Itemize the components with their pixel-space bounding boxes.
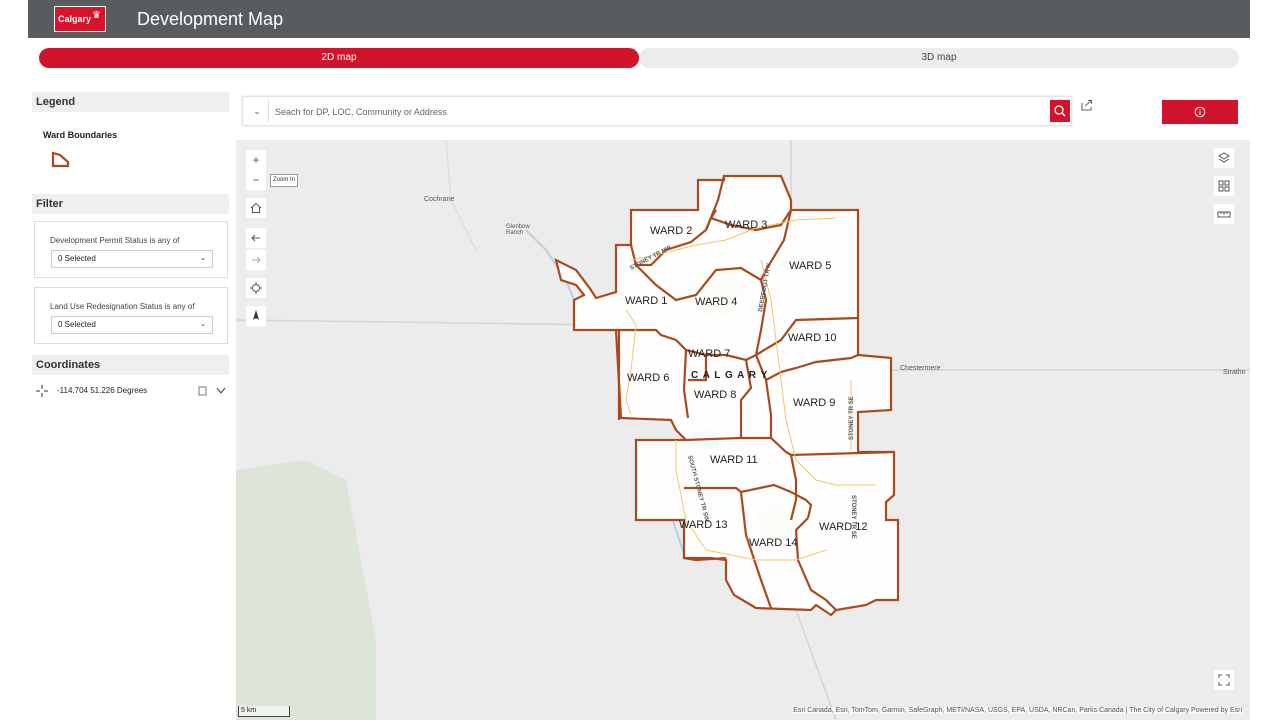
app-title: Development Map [137,9,284,29]
filter-heading[interactable]: Filter [32,194,229,214]
filter-dp-label: Development Permit Status is any of [50,236,180,245]
map-view[interactable]: WARD 1 WARD 2 WARD 3 WARD 4 WARD 5 WARD … [236,140,1250,720]
search-input[interactable] [273,101,1047,123]
search-bar: ⌄ [242,96,1072,126]
arrow-left-icon [251,234,260,242]
fullscreen-icon [1218,674,1230,686]
ward-label: WARD 11 [710,454,758,466]
filter-dp-value: 0 Selected [58,254,96,263]
ward-label: WARD 12 [819,521,868,533]
ward-label: WARD 4 [695,296,737,308]
logo-text: Calgary [58,14,92,24]
ward-label: WARD 1 [625,295,667,307]
coordinates-value: -114.704 51.226 Degrees [57,386,148,395]
arrow-right-icon [252,256,261,264]
info-icon [1194,106,1206,118]
map-mode-tabs: 2D map 3D map [39,48,1239,68]
filter-development-permit: Development Permit Status is any of 0 Se… [34,221,228,278]
copy-icon[interactable] [198,386,207,396]
chevron-down-icon: ⌄ [200,321,206,328]
place-label: Strathn [1223,369,1246,376]
next-extent-button[interactable] [246,250,266,270]
filter-lu-select[interactable]: 0 Selected ⌄ [51,316,213,334]
ward-label: WARD 13 [679,519,728,531]
filter-lu-value: 0 Selected [58,320,96,329]
ward-label: WARD 9 [793,397,835,409]
basemap-gallery-button[interactable] [1214,176,1234,196]
layers-icon [1218,152,1230,163]
place-label: Glenbow Ranch [506,224,530,236]
ward-boundary-swatch-icon [51,151,70,168]
search-icon [1054,105,1066,117]
road-label: STONEY TR SE [849,396,855,440]
zoom-tooltip: Zoom In [270,174,299,187]
search-source-dropdown[interactable]: ⌄ [246,100,269,122]
fullscreen-button[interactable] [1214,670,1234,690]
crest-icon: ♛ [92,10,101,21]
chevron-down-icon: ⌄ [200,255,206,262]
ruler-icon [1217,211,1231,218]
crosshair-icon [36,385,48,397]
coordinates-row: -114.704 51.226 Degrees [36,385,226,399]
scale-bar: 5 km [238,706,290,717]
legend-item-label: Ward Boundaries [43,130,118,140]
app-frame: Calgary ♛ Development Map 2D map 3D map … [28,0,1250,720]
share-icon[interactable] [1080,98,1094,112]
ward-label: WARD 8 [694,389,736,401]
ward-label: WARD 6 [627,372,669,384]
ward-label: WARD 7 [688,348,730,360]
city-label: C A L G A R Y [691,370,768,381]
road-label: STONEY TR SE [850,495,856,539]
ward-label: WARD 14 [749,537,798,549]
filter-dp-select[interactable]: 0 Selected ⌄ [51,250,213,268]
home-button[interactable] [246,198,266,218]
previous-extent-button[interactable] [246,228,266,248]
filter-land-use: Land Use Redesignation Status is any of … [34,287,228,344]
filter-lu-label: Land Use Redesignation Status is any of [50,302,195,311]
grid-icon [1218,180,1230,192]
coordinates-heading[interactable]: Coordinates [32,355,229,375]
place-label: Cochrane [424,196,455,203]
ward-label: WARD 10 [788,332,837,344]
ward-label: WARD 2 [650,225,692,237]
app-header: Calgary ♛ Development Map [28,0,1250,38]
layers-button[interactable] [1214,148,1234,168]
tab-3d-map[interactable]: 3D map [639,48,1239,68]
legend-heading[interactable]: Legend [32,92,229,112]
search-button[interactable] [1050,100,1070,122]
ward-boundaries-layer: WARD 1 WARD 2 WARD 3 WARD 4 WARD 5 WARD … [554,174,900,617]
locate-button[interactable] [246,278,266,298]
side-panel: Legend Ward Boundaries Filter Developmen… [28,88,234,720]
chevron-down-icon[interactable] [216,387,226,395]
zoom-in-button[interactable]: + [246,150,266,170]
zoom-out-button[interactable]: − [246,170,266,190]
compass-icon [253,310,259,320]
place-label: Chestermere [900,365,941,372]
measure-button[interactable] [1214,204,1234,224]
info-button[interactable] [1162,100,1238,124]
locate-icon [250,282,262,294]
compass-button[interactable] [246,306,266,326]
map-attribution: Esri Canada, Esri, TomTom, Garmin, SafeG… [793,707,1242,714]
ward-label: WARD 5 [789,260,831,272]
home-icon [250,202,262,213]
tab-2d-map[interactable]: 2D map [39,48,639,68]
ward-label: WARD 3 [725,219,767,231]
